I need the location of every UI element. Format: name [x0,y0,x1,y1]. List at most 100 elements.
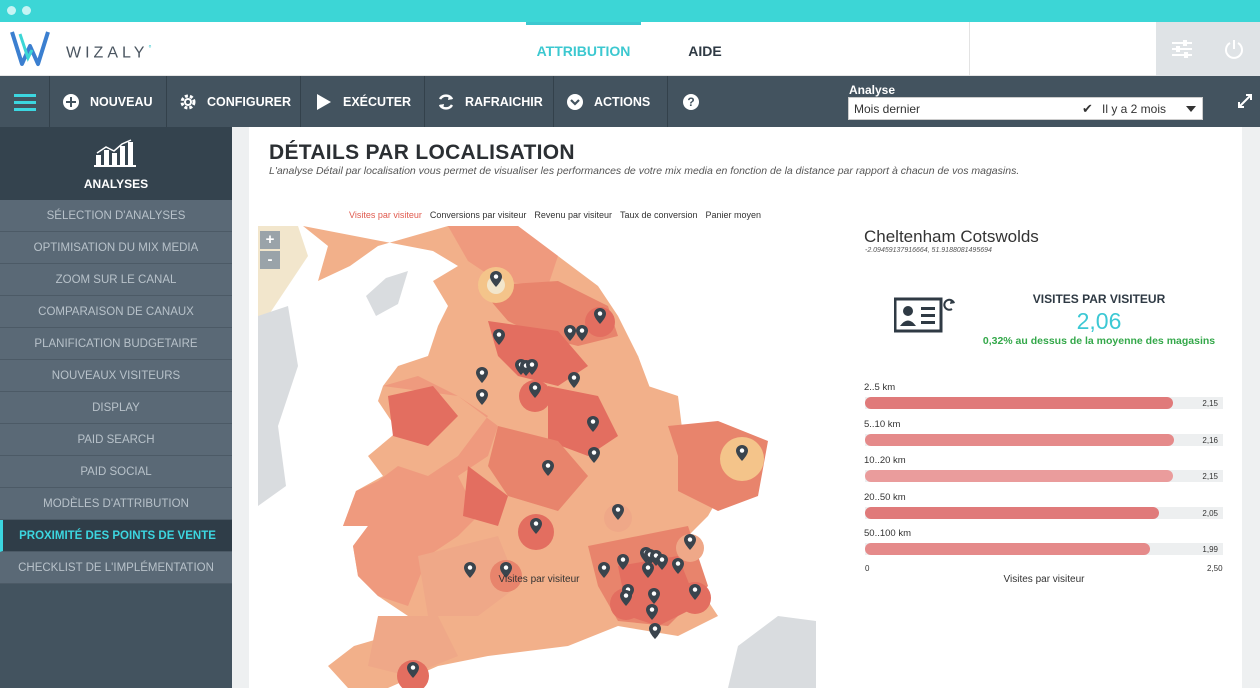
configurer-label: CONFIGURER [207,94,292,109]
map-tab[interactable]: Visites par visiteur [349,210,422,220]
nouveau-button[interactable]: NOUVEAU [50,76,167,127]
map-pin-icon[interactable] [529,382,541,398]
choropleth-map[interactable]: + - [258,226,816,688]
map-pin-icon[interactable] [542,460,554,476]
map-pin-icon[interactable] [476,367,488,383]
bar[interactable] [865,470,1173,482]
nouveau-label: NOUVEAU [90,94,153,109]
map-pin-icon[interactable] [612,504,624,520]
bar-track [865,397,1223,409]
map-tab[interactable]: Taux de conversion [620,210,698,220]
map-pin-icon[interactable] [476,389,488,405]
map-pin-icon[interactable] [564,325,576,341]
bar[interactable] [865,433,1174,446]
map-tab[interactable]: Revenu par visiteur [534,210,612,220]
map-pin-icon[interactable] [587,416,599,432]
bar[interactable] [865,543,1150,555]
sidebar-item[interactable]: ZOOM SUR LE CANAL [0,264,232,296]
tab-aide[interactable]: AIDE [660,22,750,76]
chevron-circle-icon [566,93,584,111]
sidebar-item[interactable]: PAID SEARCH [0,424,232,456]
sidebar-title: ANALYSES [83,177,149,191]
bar[interactable] [865,506,1159,519]
map-pin-icon[interactable] [736,445,748,461]
metric-value: 2,06 [1076,308,1122,334]
zoom-out-button[interactable]: - [260,251,280,269]
bar-category-label: 2..5 km [864,382,896,393]
details-panel: DÉTAILS PAR LOCALISATION L'analyse Détai… [249,127,1242,688]
window-chrome [0,0,1260,22]
svg-text:?: ? [687,95,694,109]
page-subtitle: L'analyse Détail par localisation vous p… [269,165,1020,177]
sidebar-menu: SÉLECTION D'ANALYSES OPTIMISATION DU MIX … [0,200,232,584]
actions-label: ACTIONS [594,94,651,109]
window-dot [7,6,16,15]
axis-tick-min: 0 [865,564,870,573]
store-name: Cheltenham Cotswolds [864,227,1039,246]
sidebar-item[interactable]: PLANIFICATION BUDGETAIRE [0,328,232,360]
help-button[interactable]: ? [668,76,714,127]
bar-track [865,470,1223,482]
map-pin-icon[interactable] [594,308,606,324]
configurer-button[interactable]: CONFIGURER [167,76,301,127]
map-pin-icon[interactable] [568,372,580,388]
map-pin-icon[interactable] [526,359,538,375]
toolbar: NOUVEAU CONFIGURER EXÉCUTER RAFRAICHIR A… [0,76,1260,127]
brand-name: WIZALY° [66,44,156,62]
window-dot [22,6,31,15]
bar-track [865,543,1223,555]
metric-title: VISITES PAR VISITEUR [1032,292,1166,306]
analyses-chart-icon [94,139,136,167]
actions-button[interactable]: ACTIONS [554,76,668,127]
bar-value-label: 2,05 [1202,508,1218,518]
map-pin-icon[interactable] [490,271,502,287]
sidebar-item[interactable]: COMPARAISON DE CANAUX [0,296,232,328]
expand-icon[interactable] [1238,94,1252,108]
wizaly-logo[interactable]: WIZALY° [10,28,170,70]
settings-sliders-button[interactable] [1156,22,1208,76]
sidebar-item[interactable]: SÉLECTION D'ANALYSES [0,200,232,232]
menu-button[interactable] [0,76,50,127]
wizaly-logo-icon [10,31,50,66]
map-pin-icon[interactable] [672,558,684,574]
map-pin-icon[interactable] [576,325,588,341]
map-tab[interactable]: Panier moyen [706,210,762,220]
map-pin-icon[interactable] [648,588,660,604]
map-pin-icon[interactable] [493,329,505,345]
bar-category-label: 50..100 km [864,528,911,539]
map-tab[interactable]: Conversions par visiteur [430,210,527,220]
sidebar-item[interactable]: PROXIMITÉ DES POINTS DE VENTE [0,520,232,552]
map-legend-label: Visites par visiteur [498,574,580,585]
map-pin-icon[interactable] [588,447,600,463]
map-pin-icon[interactable] [689,584,701,600]
metric-note: 0,32% au dessus de la moyenne des magasi… [982,335,1216,347]
sidebar-item[interactable]: OPTIMISATION DU MIX MEDIA [0,232,232,264]
map-canvas [258,226,816,688]
map-pin-icon[interactable] [649,623,661,639]
rafraichir-button[interactable]: RAFRAICHIR [425,76,554,127]
map-pin-icon[interactable] [620,590,632,606]
zoom-in-button[interactable]: + [260,231,280,249]
power-button[interactable] [1208,22,1260,76]
map-pin-icon[interactable] [646,604,658,620]
map-pin-icon[interactable] [617,554,629,570]
sliders-icon [1172,40,1192,58]
map-pin-icon[interactable] [530,518,542,534]
sidebar-item[interactable]: MODÈLES D'ATTRIBUTION [0,488,232,520]
tab-attribution[interactable]: ATTRIBUTION [526,22,641,76]
chart-x-label: Visites par visiteur [1003,574,1085,585]
bar-category-label: 10..20 km [864,455,906,466]
sidebar-item[interactable]: PAID SOCIAL [0,456,232,488]
sidebar-item[interactable]: DISPLAY [0,392,232,424]
map-pin-icon[interactable] [656,554,668,570]
bar-value-label: 2,15 [1202,399,1218,408]
executer-button[interactable]: EXÉCUTER [301,76,425,127]
sidebar-item[interactable]: CHECKLIST DE L'IMPLÉMENTATION [0,552,232,584]
bar[interactable] [865,397,1173,409]
sidebar-item[interactable]: NOUVEAUX VISITEURS [0,360,232,392]
map-metric-tabs: Visites par visiteur Conversions par visi… [349,210,769,220]
refresh-icon [437,93,455,111]
analyse-select[interactable]: Mois dernier ✔ Il y a 2 mois [848,97,1203,120]
map-pin-icon[interactable] [407,662,419,678]
map-pin-icon[interactable] [684,534,696,550]
